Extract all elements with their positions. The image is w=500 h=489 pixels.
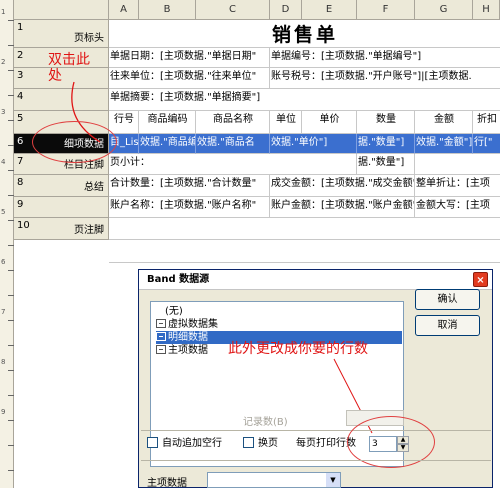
row-header-8[interactable]: 8 总结 bbox=[14, 175, 109, 197]
header-unit[interactable]: 单位 bbox=[270, 111, 302, 134]
chevron-down-icon[interactable]: ▼ bbox=[326, 473, 340, 487]
ruler-number: 1 bbox=[1, 8, 6, 16]
divider bbox=[141, 460, 491, 461]
list-item-label: 虚拟数据集 bbox=[168, 319, 218, 330]
header-quantity[interactable]: 数量 bbox=[357, 111, 415, 134]
close-icon[interactable]: × bbox=[473, 272, 488, 287]
report-title-cell[interactable]: 销售单 bbox=[109, 20, 500, 48]
ruler-number: 9 bbox=[1, 408, 6, 416]
sheet-corner[interactable] bbox=[14, 0, 109, 20]
auto-add-label: 自动追加空行 bbox=[162, 438, 222, 449]
empty-row-guide bbox=[109, 262, 500, 263]
row-number: 6 bbox=[17, 136, 24, 147]
row-band-label: 页标头 bbox=[74, 33, 104, 44]
column-header-g[interactable]: G bbox=[415, 0, 473, 20]
cell-r3-d[interactable]: 账号税号：[主项数据."开户账号"]|[主项数据. bbox=[270, 68, 500, 89]
dataset-icon bbox=[156, 345, 166, 354]
row-number: 8 bbox=[17, 177, 24, 188]
list-item-virtual-dataset[interactable]: 虚拟数据集 bbox=[156, 318, 218, 331]
row-band-label: 总结 bbox=[84, 182, 104, 193]
page-break-checkbox[interactable] bbox=[243, 437, 254, 448]
cell-r9-g[interactable]: 金额大写：[主项 bbox=[415, 197, 500, 218]
annotation-line: 双击此 bbox=[48, 52, 90, 68]
record-count-label: 记录数(B) bbox=[243, 417, 288, 428]
divider bbox=[141, 430, 491, 431]
header-item-code[interactable]: 商品编码 bbox=[139, 111, 196, 134]
detail-cell-de[interactable]: 效据."单价"] bbox=[270, 134, 357, 154]
band-datasource-dialog: Band 数据源 × (无) 虚拟数据集 明细数据 主项数据 确认 取消 bbox=[138, 269, 493, 488]
page-break-label: 换页 bbox=[258, 438, 278, 449]
column-header-d[interactable]: D bbox=[270, 0, 302, 20]
cancel-button[interactable]: 取消 bbox=[415, 315, 480, 336]
cell-r8-a[interactable]: 合计数量：[主项数据."合计数量" bbox=[109, 175, 270, 197]
vertical-ruler: 1 2 3 4 5 6 7 8 9 bbox=[0, 0, 14, 488]
column-header-a[interactable]: A bbox=[109, 0, 139, 20]
list-item-label: 主项数据 bbox=[168, 345, 208, 356]
header-amount[interactable]: 金额 bbox=[415, 111, 473, 134]
list-item-none[interactable]: (无) bbox=[165, 305, 183, 318]
cell-r3-a[interactable]: 往来单位：[主项数据."往来单位" bbox=[109, 68, 270, 89]
column-header-e[interactable]: E bbox=[302, 0, 357, 20]
ruler-number: 2 bbox=[1, 58, 6, 66]
list-item-main-data[interactable]: 主项数据 bbox=[156, 344, 208, 357]
ruler-number: 3 bbox=[1, 108, 6, 116]
row-header-9[interactable]: 9 bbox=[14, 197, 109, 218]
row-number: 1 bbox=[17, 22, 24, 33]
ruler-number: 5 bbox=[1, 208, 6, 216]
cell-r7-a[interactable]: 页小计： bbox=[109, 154, 357, 175]
column-header-f[interactable]: F bbox=[357, 0, 415, 20]
auto-add-row[interactable]: 自动追加空行 bbox=[147, 437, 222, 451]
row-number: 10 bbox=[17, 220, 30, 231]
ruler-number: 4 bbox=[1, 158, 6, 166]
header-discount[interactable]: 折扣 bbox=[473, 111, 500, 134]
dialog-title: Band 数据源 bbox=[139, 270, 492, 290]
cell-r8-d[interactable]: 成交金额：[主项数据."成交金额" bbox=[270, 175, 415, 197]
detail-cell-b[interactable]: 效据."商品编 bbox=[139, 134, 196, 154]
row-number: 9 bbox=[17, 199, 24, 210]
cell-r4-a[interactable]: 单据摘要：[主项数据."单据摘要"] bbox=[109, 89, 500, 111]
dataset-icon bbox=[156, 332, 166, 341]
detail-cell-h[interactable]: 行[" bbox=[473, 134, 500, 154]
page-break-row[interactable]: 换页 bbox=[243, 437, 278, 451]
cell-r2-a[interactable]: 单据日期：[主项数据."单据日期" bbox=[109, 48, 270, 68]
cell-r2-d[interactable]: 单据编号：[主项数据."单据编号"] bbox=[270, 48, 500, 68]
cell-r7-f[interactable]: 据."数量"] bbox=[357, 154, 415, 175]
list-item-label: 明细数据 bbox=[168, 332, 208, 343]
cell-r9-a[interactable]: 账户名称：[主项数据."账户名称" bbox=[109, 197, 270, 218]
cell-r7-g[interactable] bbox=[415, 154, 500, 175]
cell-r10-a[interactable] bbox=[109, 218, 500, 240]
row-number: 4 bbox=[17, 91, 24, 102]
main-data-select[interactable]: ▼ bbox=[207, 472, 341, 488]
detail-cell-c[interactable]: 效据."商品名 bbox=[196, 134, 270, 154]
ruler-number: 6 bbox=[1, 258, 6, 266]
dataset-icon bbox=[156, 319, 166, 328]
row-header-10[interactable]: 10 页注脚 bbox=[14, 218, 109, 240]
header-item-name[interactable]: 商品名称 bbox=[196, 111, 270, 134]
row-header-1[interactable]: 1 页标头 bbox=[14, 20, 109, 48]
row-number: 7 bbox=[17, 156, 24, 167]
detail-cell-f[interactable]: 据."数量"] bbox=[357, 134, 415, 154]
row-number: 2 bbox=[17, 50, 24, 61]
cell-r9-d[interactable]: 账户金额：[主项数据."账户金额" bbox=[270, 197, 415, 218]
row-band-label: 页注脚 bbox=[74, 225, 104, 236]
header-price[interactable]: 单价 bbox=[302, 111, 357, 134]
ruler-number: 8 bbox=[1, 358, 6, 366]
detail-cell-g[interactable]: 效据."金额"] bbox=[415, 134, 473, 154]
ok-button[interactable]: 确认 bbox=[415, 289, 480, 310]
column-header-b[interactable]: B bbox=[139, 0, 196, 20]
row-number: 5 bbox=[17, 113, 24, 124]
auto-add-checkbox[interactable] bbox=[147, 437, 158, 448]
cell-r8-g[interactable]: 整单折让：[主项 bbox=[415, 175, 500, 197]
column-header-c[interactable]: C bbox=[196, 0, 270, 20]
ruler-number: 7 bbox=[1, 308, 6, 316]
row-number: 3 bbox=[17, 70, 24, 81]
highlight-oval bbox=[32, 121, 117, 163]
main-data-label: 主项数据 bbox=[147, 478, 187, 489]
column-header-h[interactable]: H bbox=[473, 0, 500, 20]
